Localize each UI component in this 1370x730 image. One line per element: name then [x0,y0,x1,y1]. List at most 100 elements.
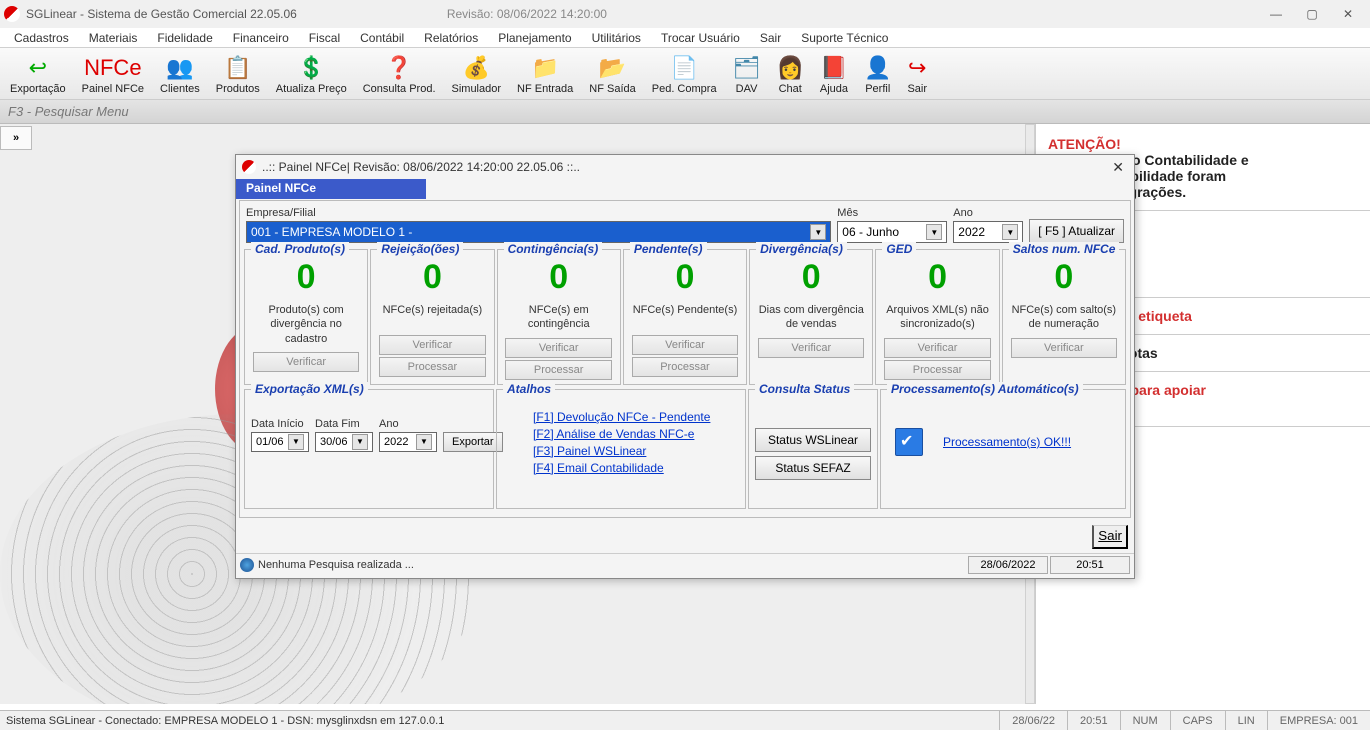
dialog-status-text: Nenhuma Pesquisa realizada ... [258,559,414,571]
verificar-button[interactable]: Verificar [379,335,485,355]
empresa-combo[interactable]: 001 - EMPRESA MODELO 1 -▼ [246,221,831,243]
toolbar-produtos[interactable]: 📋Produtos [210,51,266,97]
toolbar: ↩ExportaçãoNFCePainel NFCe👥Clientes📋Prod… [0,48,1370,100]
processar-button[interactable]: Processar [379,357,485,377]
dialog-logo-icon [242,160,256,174]
empresa-label: Empresa/Filial [246,207,831,219]
verificar-button[interactable]: Verificar [632,335,738,355]
statusbar-cell: 28/06/22 [999,711,1067,730]
toolbar-consulta-prod-[interactable]: ❓Consulta Prod. [357,51,442,97]
menu-search[interactable]: F3 - Pesquisar Menu [0,100,1370,124]
card-saltos-num-nfce: Saltos num. NFCe0NFCe(s) com salto(s) de… [1002,249,1126,385]
processar-button[interactable]: Processar [632,357,738,377]
atualizar-button[interactable]: [ F5 ] Atualizar [1029,219,1124,243]
menu-contábil[interactable]: Contábil [350,29,414,47]
expand-panel-toggle[interactable]: » [0,126,32,150]
toolbar-ajuda[interactable]: 📕Ajuda [814,51,854,97]
statusbar-cell: EMPRESA: 001 [1267,711,1370,730]
processamento-link[interactable]: Processamento(s) OK!!! [943,435,1071,449]
card-diverg-ncia-s-: Divergência(s)0Dias com divergência de v… [749,249,873,385]
menu-relatórios[interactable]: Relatórios [414,29,488,47]
menu-sair[interactable]: Sair [750,29,791,47]
dialog-time-cell: 20:51 [1050,556,1130,574]
card-cad-produto-s-: Cad. Produto(s)0Produto(s) com divergênc… [244,249,368,385]
menu-fiscal[interactable]: Fiscal [299,29,350,47]
atalho-link[interactable]: [F3] Painel WSLinear [533,444,739,458]
menu-materiais[interactable]: Materiais [79,29,148,47]
toolbar-nf-entrada[interactable]: 📁NF Entrada [511,51,579,97]
chevron-down-icon[interactable]: ▼ [1002,224,1018,240]
menu-financeiro[interactable]: Financeiro [223,29,299,47]
atalho-link[interactable]: [F1] Devolução NFCe - Pendente [533,410,739,424]
toolbar-perfil[interactable]: 👤Perfil [858,51,897,97]
mes-combo[interactable]: 06 - Junho▼ [837,221,947,243]
status-wslinear-button[interactable]: Status WSLinear [755,428,871,452]
processamento-ok-icon: ✔ [895,428,923,456]
globe-icon [240,558,254,572]
export-xml-group: Exportação XML(s) Data Início 01/06▼ Dat… [244,389,494,509]
statusbar-text: Sistema SGLinear - Conectado: EMPRESA MO… [0,715,444,727]
status-sefaz-button[interactable]: Status SEFAZ [755,456,871,480]
painel-nfce-dialog: ..:: Painel NFCe| Revisão: 08/06/2022 14… [235,154,1135,579]
statusbar: Sistema SGLinear - Conectado: EMPRESA MO… [0,710,1370,730]
statusbar-cell: LIN [1225,711,1267,730]
toolbar-exportação[interactable]: ↩Exportação [4,51,72,97]
window-maximize[interactable]: ▢ [1294,2,1330,26]
dialog-date-cell: 28/06/2022 [968,556,1048,574]
window-minimize[interactable]: — [1258,2,1294,26]
dialog-tab[interactable]: Painel NFCe [236,179,426,199]
processar-button[interactable]: Processar [884,360,990,380]
ano-combo[interactable]: 2022▼ [953,221,1023,243]
toolbar-atualiza-preço[interactable]: 💲Atualiza Preço [270,51,353,97]
toolbar-nf-saída[interactable]: 📂NF Saída [583,51,641,97]
atalhos-group: Atalhos [F1] Devolução NFCe - Pendente[F… [496,389,746,509]
verificar-button[interactable]: Verificar [758,338,864,358]
card-ged: GED0Arquivos XML(s) não sincronizado(s)V… [875,249,999,385]
menu-cadastros[interactable]: Cadastros [4,29,79,47]
data-fim-combo[interactable]: 30/06▼ [315,432,373,452]
atalho-link[interactable]: [F2] Análise de Vendas NFC-e [533,427,739,441]
title-bar: SGLinear - Sistema de Gestão Comercial 2… [0,0,1370,28]
menu-suporte-técnico[interactable]: Suporte Técnico [791,29,898,47]
toolbar-ped-compra[interactable]: 📄Ped. Compra [646,51,723,97]
processamento-group: Processamento(s) Automático(s) ✔ Process… [880,389,1126,509]
export-ano-combo[interactable]: 2022▼ [379,432,437,452]
toolbar-sair[interactable]: ↪Sair [901,51,933,97]
verificar-button[interactable]: Verificar [884,338,990,358]
news-heading: ATENÇÃO! [1048,136,1370,152]
export-xml-legend: Exportação XML(s) [251,382,368,396]
window-close[interactable]: ✕ [1330,2,1366,26]
processar-button[interactable]: Processar [505,360,611,380]
mes-label: Mês [837,207,947,219]
toolbar-clientes[interactable]: 👥Clientes [154,51,206,97]
atalho-link[interactable]: [F4] Email Contabilidade [533,461,739,475]
menu-fidelidade[interactable]: Fidelidade [147,29,222,47]
dialog-sair-button[interactable]: Sair [1092,525,1128,549]
chevron-down-icon[interactable]: ▼ [926,224,942,240]
card-rejei-o-es-: Rejeição(ões)0NFCe(s) rejeitada(s)Verifi… [370,249,494,385]
ano-label: Ano [953,207,1023,219]
dialog-titlebar[interactable]: ..:: Painel NFCe| Revisão: 08/06/2022 14… [236,155,1134,179]
exportar-button[interactable]: Exportar [443,432,503,452]
dialog-close-icon[interactable]: ✕ [1108,159,1128,176]
menu-planejamento[interactable]: Planejamento [488,29,581,47]
toolbar-dav[interactable]: 🗂DAV [727,51,767,97]
menubar[interactable]: CadastrosMateriaisFidelidadeFinanceiroFi… [0,28,1370,48]
proc-legend: Processamento(s) Automático(s) [887,382,1083,396]
toolbar-painel-nfce[interactable]: NFCePainel NFCe [76,51,150,97]
verificar-button[interactable]: Verificar [253,352,359,372]
statusbar-cell: CAPS [1170,711,1225,730]
menu-trocar-usuário[interactable]: Trocar Usuário [651,29,750,47]
verificar-button[interactable]: Verificar [505,338,611,358]
consulta-status-group: Consulta Status Status WSLinearStatus SE… [748,389,878,509]
chevron-down-icon[interactable]: ▼ [810,224,826,240]
app-title: SGLinear - Sistema de Gestão Comercial 2… [26,7,297,21]
toolbar-chat[interactable]: 👩Chat [771,51,810,97]
toolbar-simulador[interactable]: 💰Simulador [446,51,508,97]
verificar-button[interactable]: Verificar [1011,338,1117,358]
menu-utilitários[interactable]: Utilitários [582,29,651,47]
content-area: » ATENÇÃO! porta Produto Contabilidade e… [0,124,1370,704]
data-inicio-combo[interactable]: 01/06▼ [251,432,309,452]
app-subtitle: Revisão: 08/06/2022 14:20:00 [447,7,607,21]
statusbar-cell: NUM [1120,711,1170,730]
